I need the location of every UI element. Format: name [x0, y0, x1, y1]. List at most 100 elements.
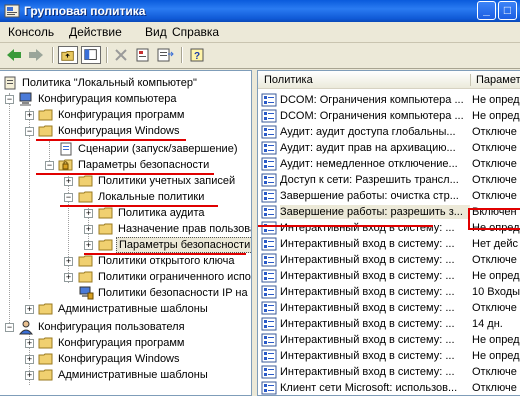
user-icon	[18, 320, 34, 335]
tree-item-security-options[interactable]: Параметры безопасности	[98, 237, 251, 253]
menu-bar: Консоль Действие Вид Справка	[0, 22, 520, 43]
tree-item-user-rights[interactable]: Назначение прав пользова	[98, 221, 251, 237]
tree-label-local-policies: Локальные политики	[98, 191, 205, 203]
toolbar: ?	[0, 43, 520, 69]
policy-row[interactable]: Интерактивный вход в систему: ... 10 Вход…	[258, 284, 520, 300]
menu-action[interactable]: Действие	[69, 25, 122, 39]
tree-item-local-policies[interactable]: Локальные политики	[78, 189, 250, 205]
tree-item-account-policies[interactable]: Политики учетных записей	[78, 173, 250, 189]
help-icon[interactable]: ?	[188, 46, 208, 64]
expander-software-restriction[interactable]: +	[64, 273, 73, 282]
policy-row[interactable]: DCOM: Ограничения компьютера ... Не опред	[258, 92, 520, 108]
tree-label-uc-programs: Конфигурация программ	[58, 337, 185, 349]
tree-item-ipsec[interactable]: Политики безопасности IP на	[78, 285, 250, 301]
delete-icon[interactable]	[111, 46, 131, 64]
expander-security-settings[interactable]: −	[45, 161, 54, 170]
menu-help[interactable]: Справка	[172, 25, 219, 39]
tree-label-public-key: Политики открытого ключа	[98, 255, 235, 267]
policy-row[interactable]: Клиент сети Microsoft: использов... Отклю…	[258, 380, 520, 395]
computer-icon	[19, 92, 32, 106]
export-list-icon[interactable]	[155, 46, 175, 64]
title-bar[interactable]: Групповая политика _ □	[0, 0, 520, 22]
expander-public-key[interactable]: +	[64, 257, 73, 266]
tree-root[interactable]: Политика "Локальный компьютер"	[2, 75, 250, 91]
policy-row[interactable]: Аудит: аудит доступа глобальны... Отключе	[258, 124, 520, 140]
tree-item-cc-windows[interactable]: Конфигурация Windows	[38, 123, 250, 139]
expander-audit-policy[interactable]: +	[84, 209, 93, 218]
column-header-param[interactable]: Параметр	[470, 71, 520, 89]
tree-pane[interactable]: Политика "Локальный компьютер" − Конфигу…	[0, 70, 252, 396]
menu-view[interactable]: Вид	[145, 25, 167, 39]
column-header-policy[interactable]: Политика	[258, 71, 470, 89]
tree-item-cc-programs[interactable]: Конфигурация программ	[38, 107, 250, 123]
expander-uc-programs[interactable]: +	[25, 339, 34, 348]
policy-name: Интерактивный вход в систему: ...	[280, 286, 455, 298]
tree-item-audit-policy[interactable]: Политика аудита	[98, 205, 250, 221]
folder-open-icon	[78, 191, 93, 203]
tree-item-user-config[interactable]: Конфигурация пользователя	[18, 319, 250, 335]
tree-item-software-restriction[interactable]: Политики ограниченного испо	[78, 269, 251, 285]
policy-row[interactable]: Интерактивный вход в систему: ... Не опре…	[258, 348, 520, 364]
policy-row[interactable]: Интерактивный вход в систему: ... Отключе	[258, 252, 520, 268]
policy-row[interactable]: Доступ к сети: Разрешить трансл... Отключ…	[258, 172, 520, 188]
policy-row[interactable]: Завершение работы: очистка стр... Отключе	[258, 188, 520, 204]
expander-computer-config[interactable]: −	[5, 95, 14, 104]
policy-value: 14 дн.	[472, 318, 503, 330]
tree-item-public-key[interactable]: Политики открытого ключа	[78, 253, 250, 269]
policy-setting-icon	[261, 349, 277, 363]
policy-value: Отключе	[472, 126, 517, 138]
tree-item-computer-config[interactable]: Конфигурация компьютера	[18, 91, 250, 107]
column-header-param-label: Параметр	[476, 74, 520, 86]
maximize-button[interactable]: □	[498, 1, 517, 20]
policy-row[interactable]: Интерактивный вход в систему: ... Отключе	[258, 364, 520, 380]
policy-row[interactable]: Интерактивный вход в систему: ... Не опре…	[258, 268, 520, 284]
policy-row[interactable]: Аудит: немедленное отключение... Отключе	[258, 156, 520, 172]
policy-value: Не опред	[472, 334, 520, 346]
policy-row[interactable]: Интерактивный вход в систему: ... Не опре…	[258, 332, 520, 348]
folder-icon	[98, 239, 113, 251]
tree-item-scripts[interactable]: Сценарии (запуск/завершение)	[58, 141, 250, 157]
script-document-icon	[60, 142, 72, 156]
tree-item-cc-admin-templates[interactable]: Административные шаблоны	[38, 301, 250, 317]
policy-name: Завершение работы: очистка стр...	[280, 190, 459, 202]
back-arrow-icon[interactable]	[4, 46, 24, 64]
expander-uc-windows[interactable]: +	[25, 355, 34, 364]
tree-item-uc-programs[interactable]: Конфигурация программ	[38, 335, 250, 351]
tree-item-uc-windows[interactable]: Конфигурация Windows	[38, 351, 250, 367]
policy-setting-icon	[261, 285, 277, 299]
policy-name: Аудит: аудит прав на архивацию...	[280, 142, 456, 154]
policy-name: Аудит: аудит доступа глобальны...	[280, 126, 456, 138]
policy-setting-icon	[261, 269, 277, 283]
policy-row[interactable]: Интерактивный вход в систему: ... 14 дн.	[258, 316, 520, 332]
tree-item-uc-admin-templates[interactable]: Административные шаблоны	[38, 367, 250, 383]
forward-arrow-icon[interactable]	[26, 46, 46, 64]
expander-uc-admin-templates[interactable]: +	[25, 371, 34, 380]
menu-console[interactable]: Консоль	[8, 25, 54, 39]
minimize-button[interactable]: _	[477, 1, 496, 20]
up-folder-icon[interactable]	[58, 46, 78, 64]
expander-account-policies[interactable]: +	[64, 177, 73, 186]
policy-row[interactable]: DCOM: Ограничения компьютера ... Не опред	[258, 108, 520, 124]
policy-row[interactable]: Аудит: аудит прав на архивацию... Отключе	[258, 140, 520, 156]
folder-icon	[78, 255, 93, 267]
expander-user-config[interactable]: −	[5, 323, 14, 332]
expander-cc-programs[interactable]: +	[25, 111, 34, 120]
tree-label-cc-windows: Конфигурация Windows	[58, 125, 180, 137]
folder-icon	[98, 223, 113, 235]
show-tree-icon[interactable]	[81, 46, 101, 64]
policy-row[interactable]: Интерактивный вход в систему: ... Нет дей…	[258, 236, 520, 252]
column-header-policy-label: Политика	[264, 74, 313, 86]
policy-setting-icon	[261, 381, 277, 395]
expander-security-options[interactable]: +	[84, 241, 93, 250]
expander-user-rights[interactable]: +	[84, 225, 93, 234]
expander-cc-windows[interactable]: −	[25, 127, 34, 136]
properties-icon[interactable]	[133, 46, 153, 64]
tree-item-security-settings[interactable]: Параметры безопасности	[58, 157, 250, 173]
expander-cc-admin-templates[interactable]: +	[25, 305, 34, 314]
policy-setting-icon	[261, 301, 277, 315]
folder-open-icon	[38, 125, 53, 137]
expander-local-policies[interactable]: −	[64, 193, 73, 202]
policy-row[interactable]: Интерактивный вход в систему: ... Отключе	[258, 300, 520, 316]
policy-name: Интерактивный вход в систему: ...	[280, 270, 455, 282]
policy-list-pane[interactable]: Политика Параметр DCOM: Ограничения комп…	[257, 70, 520, 396]
